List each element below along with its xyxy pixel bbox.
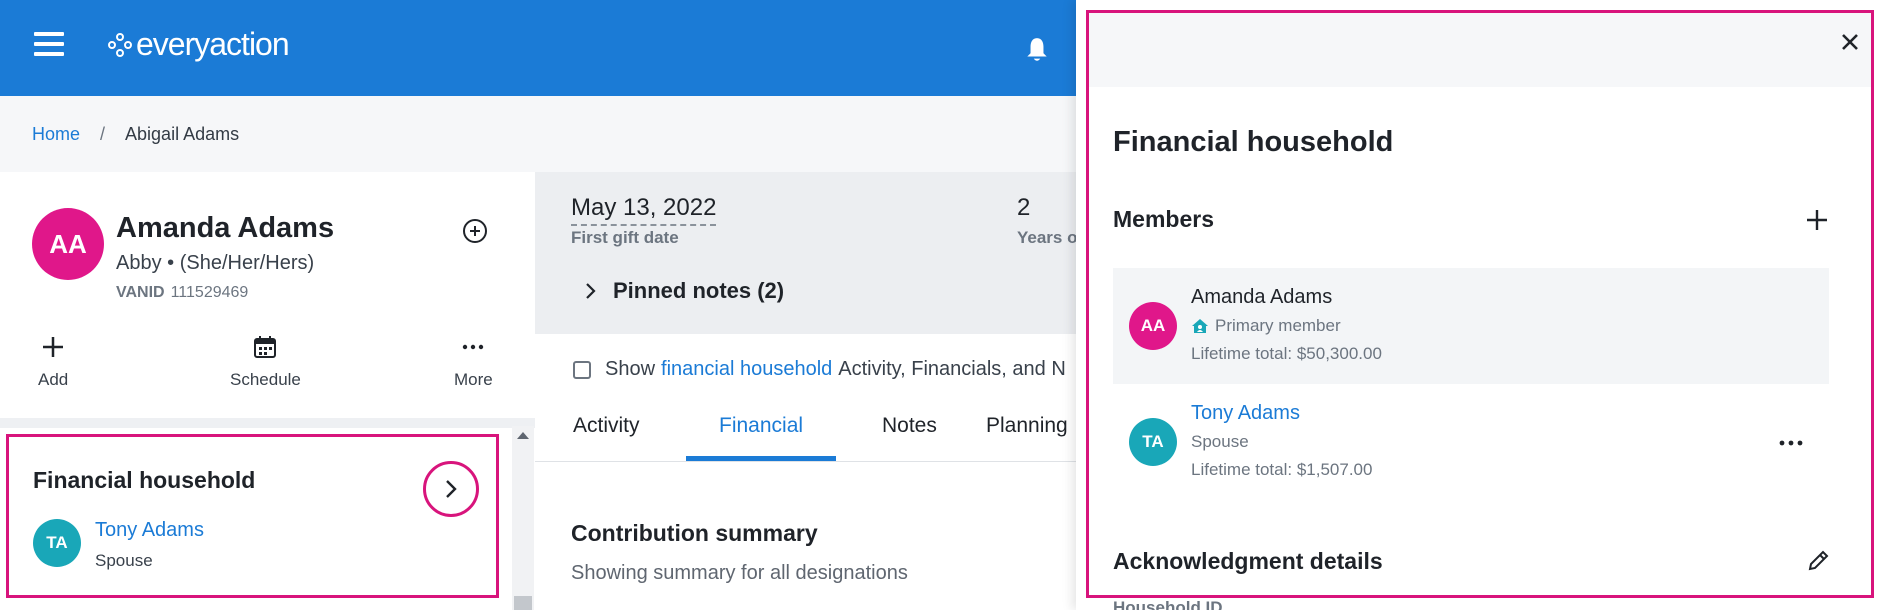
- active-tab-indicator: [686, 456, 836, 461]
- chevron-right-icon: [446, 480, 457, 498]
- primary-home-icon: [1192, 319, 1208, 333]
- member-avatar: TA: [1129, 418, 1177, 466]
- plus-icon: [43, 337, 64, 357]
- left-panel-scrollbar[interactable]: [512, 426, 534, 610]
- first-gift-date-value: May 13, 2022: [571, 194, 717, 226]
- member-role: Spouse: [1191, 432, 1249, 451]
- logo-flower-icon: [108, 32, 132, 57]
- breadcrumb-separator: /: [100, 123, 106, 144]
- profile-name: Amanda Adams: [116, 212, 335, 244]
- quick-action-more[interactable]: More: [454, 334, 493, 390]
- first-gift-date-label: First gift date: [571, 228, 679, 247]
- content-tabs: Activity Financial Notes Planning: [535, 394, 1080, 462]
- financial-household-card: Financial household TA Tony Adams Spouse: [6, 434, 499, 598]
- member-role-label: Primary member: [1215, 316, 1341, 335]
- tab-planning[interactable]: Planning: [986, 414, 1068, 438]
- contribution-summary-subtitle: Showing summary for all designations: [571, 562, 908, 584]
- financial-household-drawer: Financial household Members AA Amanda Ad…: [1076, 0, 1886, 610]
- tab-notes[interactable]: Notes: [882, 414, 937, 438]
- quick-actions: Add Schedule More: [0, 334, 535, 414]
- top-nav-bar: everyaction: [0, 0, 1080, 96]
- household-id-label: Household ID: [1113, 598, 1223, 610]
- chevron-right-icon: [586, 283, 596, 299]
- drawer-title: Financial household: [1113, 126, 1394, 158]
- member-lifetime-total: Lifetime total: $50,300.00: [1191, 344, 1382, 363]
- member-row: TA Tony Adams Spouse Lifetime total: $1,…: [1113, 384, 1829, 500]
- main-content: Show financial household Activity, Finan…: [535, 334, 1080, 610]
- household-member-avatar: TA: [33, 519, 81, 567]
- pinned-notes-label: Pinned notes (2): [613, 278, 785, 303]
- quick-action-add[interactable]: Add: [38, 334, 68, 390]
- member-name-link[interactable]: Tony Adams: [1191, 402, 1300, 425]
- household-member-link[interactable]: Tony Adams: [95, 519, 204, 542]
- profile-avatar: AA: [32, 208, 104, 280]
- member-lifetime-total: Lifetime total: $1,507.00: [1191, 460, 1373, 479]
- scroll-thumb[interactable]: [514, 596, 532, 610]
- member-row: AA Amanda Adams Primary member Lifetime …: [1113, 268, 1829, 384]
- add-circle-icon[interactable]: [462, 218, 488, 244]
- profile-vanid: VANID 111529469: [116, 284, 248, 302]
- brand-logo[interactable]: everyaction: [108, 26, 290, 63]
- breadcrumb-current: Abigail Adams: [125, 123, 240, 144]
- household-member-relation: Spouse: [95, 551, 153, 570]
- show-household-prefix: Show: [605, 358, 656, 380]
- show-household-option: Show financial household Activity, Finan…: [573, 358, 1066, 381]
- pinned-notes-toggle[interactable]: Pinned notes (2): [585, 278, 784, 304]
- show-household-suffix: Activity, Financials, and N: [838, 358, 1066, 380]
- open-household-drawer-button[interactable]: [423, 461, 479, 517]
- years-label: Years o: [1017, 228, 1078, 247]
- pencil-edit-icon[interactable]: [1805, 548, 1831, 574]
- brand-name: everyaction: [136, 26, 290, 62]
- scroll-up-arrow-icon[interactable]: [517, 432, 529, 439]
- breadcrumb: Home / Abigail Adams: [0, 96, 1080, 172]
- quick-action-label: Add: [38, 370, 69, 389]
- add-member-plus-icon[interactable]: [1805, 208, 1829, 232]
- financial-household-link[interactable]: financial household: [661, 358, 832, 381]
- notification-bell-icon[interactable]: [1024, 36, 1050, 64]
- vanid-value: 111529469: [170, 284, 249, 301]
- tab-financial[interactable]: Financial: [719, 414, 803, 438]
- member-avatar: AA: [1129, 302, 1177, 350]
- section-divider: [0, 418, 535, 428]
- vanid-label: VANID: [116, 284, 165, 301]
- quick-action-label: Schedule: [230, 370, 301, 389]
- summary-strip: May 13, 2022 First gift date 2 Years o P…: [535, 172, 1080, 334]
- members-heading: Members: [1113, 206, 1214, 232]
- years-value: 2: [1017, 194, 1031, 221]
- breadcrumb-home-link[interactable]: Home: [32, 124, 80, 145]
- more-dots-icon: [463, 344, 484, 350]
- financial-household-card-title: Financial household: [33, 467, 256, 493]
- member-role: Primary member: [1191, 316, 1341, 336]
- show-household-checkbox[interactable]: [573, 360, 591, 379]
- profile-nickname-pronouns: Abby • (She/Her/Hers): [116, 252, 315, 274]
- calendar-icon: [254, 336, 277, 358]
- tab-activity[interactable]: Activity: [573, 414, 640, 438]
- acknowledgment-heading: Acknowledgment details: [1113, 548, 1383, 574]
- hamburger-menu-icon[interactable]: [34, 32, 64, 56]
- quick-action-schedule[interactable]: Schedule: [230, 334, 301, 390]
- close-icon[interactable]: [1839, 31, 1861, 53]
- drawer-header: [1089, 13, 1871, 87]
- contribution-summary-title: Contribution summary: [571, 520, 818, 546]
- quick-action-label: More: [454, 370, 493, 389]
- member-name: Amanda Adams: [1191, 286, 1333, 308]
- member-more-options-icon[interactable]: [1777, 438, 1805, 448]
